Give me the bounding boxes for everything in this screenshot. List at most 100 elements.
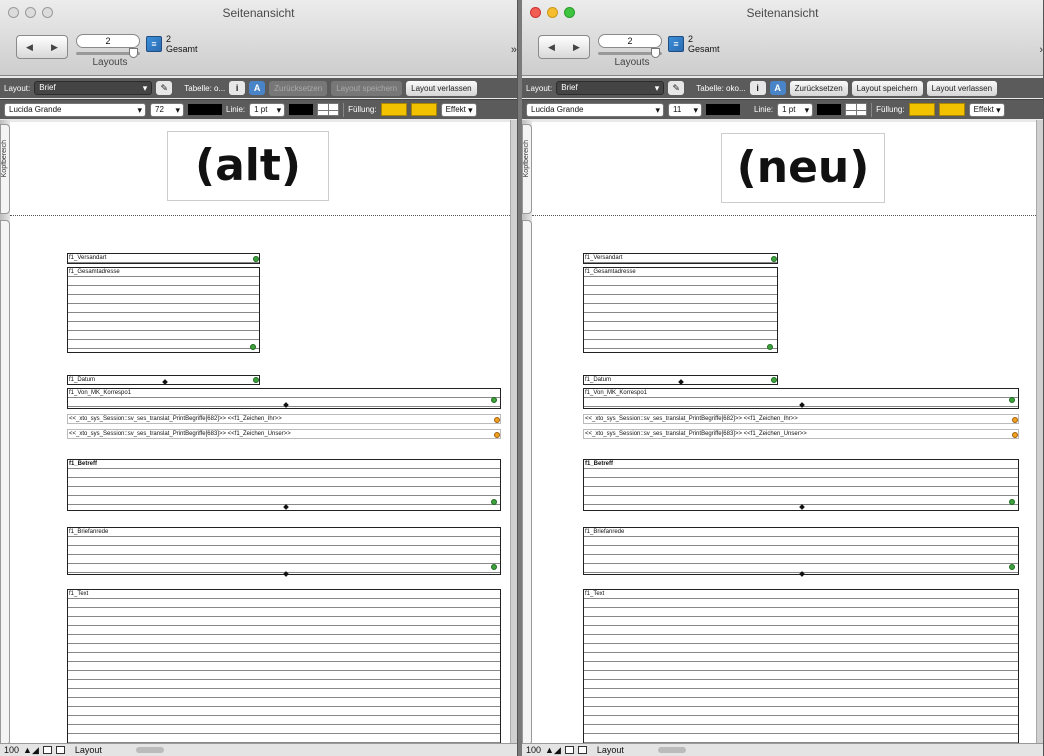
- next-arrow-icon[interactable]: ▶: [573, 42, 580, 53]
- toolbar-overflow-icon[interactable]: »: [511, 44, 517, 56]
- zoom-mountains-icon[interactable]: ▲◢: [545, 745, 561, 756]
- layout-canvas: (neu) f1_Versandart f1_Gesamtadresse f1_…: [532, 122, 1036, 743]
- format-aa-icon[interactable]: A: [769, 81, 786, 95]
- field-versandart[interactable]: f1_Versandart: [67, 253, 260, 264]
- status-parts-icon[interactable]: [55, 746, 65, 754]
- field-briefanrede[interactable]: f1_Briefanrede: [583, 527, 1019, 575]
- layout-select[interactable]: Brief: [34, 81, 153, 95]
- line-color-swatch[interactable]: [817, 104, 842, 115]
- status-toolbar-icon[interactable]: [564, 746, 574, 754]
- next-arrow-icon[interactable]: ▶: [51, 42, 58, 53]
- reset-button[interactable]: Zurücksetzen: [789, 80, 848, 96]
- mode-label: Layout: [596, 745, 624, 755]
- font-size-select[interactable]: 72: [150, 102, 184, 117]
- field-text[interactable]: f1_Text: [67, 589, 501, 743]
- header-text-object[interactable]: (neu): [721, 133, 885, 203]
- field-label: f1_Versandart: [585, 255, 623, 261]
- font-select[interactable]: Lucida Grande: [526, 102, 664, 117]
- window-title: Seitenansicht: [222, 6, 295, 20]
- field-gesamtadresse[interactable]: f1_Gesamtadresse: [67, 267, 260, 353]
- zoom-mountains-icon[interactable]: ▲◢: [23, 745, 39, 756]
- total-count-value: 2: [688, 34, 694, 44]
- field-text[interactable]: f1_Text: [583, 589, 1019, 743]
- prev-arrow-icon[interactable]: ◀: [548, 42, 555, 53]
- reset-button[interactable]: Zurücksetzen: [269, 80, 328, 96]
- total-count-label: Gesamt: [688, 44, 720, 54]
- horizontal-scroll-thumb[interactable]: [135, 747, 164, 753]
- field-zeichen-ihr[interactable]: <<_xto_sys_Session::sv_ses_translat_Prin…: [583, 414, 1019, 424]
- fill-color-swatch[interactable]: [938, 103, 965, 116]
- scrollbar[interactable]: [510, 120, 517, 743]
- border-grid-icon[interactable]: [845, 103, 868, 116]
- separator: [871, 102, 873, 117]
- field-status-icon: [494, 432, 500, 438]
- window-title: Seitenansicht: [746, 6, 819, 20]
- field-label: f1_Datum: [69, 377, 96, 383]
- scrollbar[interactable]: [1036, 120, 1043, 743]
- info-icon[interactable]: i: [749, 81, 766, 95]
- status-parts-icon[interactable]: [577, 746, 587, 754]
- field-label: <<_xto_sys_Session::sv_ses_translat_Prin…: [585, 416, 798, 422]
- text-color-swatch[interactable]: [706, 104, 740, 115]
- zoom-level[interactable]: 100: [526, 745, 541, 755]
- field-zeichen-unser[interactable]: <<_xto_sys_Session::sv_ses_translat_Prin…: [67, 429, 501, 439]
- effect-select[interactable]: Effekt: [968, 102, 1005, 117]
- status-toolbar-icon[interactable]: [42, 746, 52, 754]
- fill-pattern-swatch[interactable]: [908, 103, 935, 116]
- layout-window-new: Seitenansicht ◀ ▶ 2 Layouts ≡ 2 Gesamt › L…: [522, 0, 1044, 756]
- page-number-field[interactable]: 2: [598, 34, 662, 48]
- layouts-book-icon: ≡: [668, 36, 684, 52]
- field-status-icon: [1009, 564, 1015, 570]
- field-zeichen-ihr[interactable]: <<_xto_sys_Session::sv_ses_translat_Prin…: [67, 414, 501, 424]
- line-color-swatch[interactable]: [289, 104, 314, 115]
- prev-arrow-icon[interactable]: ◀: [26, 42, 33, 53]
- field-status-icon: [1009, 499, 1015, 505]
- header-part-label: Kopfbereich: [1, 140, 8, 178]
- font-select[interactable]: Lucida Grande: [4, 102, 146, 117]
- fill-color-swatch[interactable]: [410, 103, 437, 116]
- header-boundary: [10, 215, 510, 216]
- line-width-select[interactable]: 1 pt: [249, 102, 286, 117]
- layout-select[interactable]: Brief: [556, 81, 665, 95]
- body-part-tab[interactable]: [522, 220, 532, 745]
- layout-nav-control[interactable]: ◀ ▶: [16, 35, 68, 59]
- layout-slider[interactable]: [76, 48, 140, 58]
- save-layout-button[interactable]: Layout speichern: [331, 80, 403, 96]
- edit-pencil-icon[interactable]: ✎: [156, 81, 173, 95]
- layout-bar: Layout: Brief ✎ Tabelle: oko... i A Zurü…: [522, 78, 1043, 98]
- zoom-level[interactable]: 100: [4, 745, 19, 755]
- field-versandart[interactable]: f1_Versandart: [583, 253, 778, 264]
- save-layout-button[interactable]: Layout speichern: [851, 80, 923, 96]
- exit-layout-button[interactable]: Layout verlassen: [406, 80, 477, 96]
- field-label: f1_Von_MK_Korrespo1: [69, 390, 132, 396]
- header-text-object[interactable]: (alt): [167, 131, 329, 201]
- line-width-select[interactable]: 1 pt: [777, 102, 814, 117]
- body-part-tab[interactable]: [0, 220, 10, 745]
- field-briefanrede[interactable]: f1_Briefanrede: [67, 527, 501, 575]
- field-betreff[interactable]: f1_Betreff: [67, 459, 501, 511]
- text-color-swatch[interactable]: [188, 104, 222, 115]
- fill-pattern-swatch[interactable]: [380, 103, 407, 116]
- layouts-book-icon: ≡: [146, 36, 162, 52]
- format-aa-icon[interactable]: A: [249, 81, 266, 95]
- toolbar-overflow-icon[interactable]: ›: [1039, 44, 1043, 56]
- page-number-field[interactable]: 2: [76, 34, 140, 48]
- field-label: f1_Betreff: [585, 461, 614, 467]
- layout-window-old: Seitenansicht ◀ ▶ 2 Layouts ≡ 2 Gesamt » L…: [0, 0, 518, 756]
- exit-layout-button[interactable]: Layout verlassen: [926, 80, 998, 96]
- info-icon[interactable]: i: [229, 81, 246, 95]
- border-grid-icon[interactable]: [317, 103, 340, 116]
- window-toolbar: Seitenansicht ◀ ▶ 2 Layouts ≡ 2 Gesamt ›: [522, 0, 1043, 76]
- field-status-icon: [771, 377, 777, 383]
- total-count-label: Gesamt: [166, 44, 198, 54]
- table-label: Tabelle: oko...: [696, 83, 746, 93]
- format-bar: Lucida Grande 72 Linie: 1 pt Füllung: Ef…: [0, 99, 517, 119]
- horizontal-scroll-thumb[interactable]: [657, 747, 686, 753]
- field-zeichen-unser[interactable]: <<_xto_sys_Session::sv_ses_translat_Prin…: [583, 429, 1019, 439]
- layout-nav-control[interactable]: ◀ ▶: [538, 35, 590, 59]
- layout-slider[interactable]: [598, 48, 662, 58]
- font-size-select[interactable]: 11: [668, 102, 702, 117]
- edit-pencil-icon[interactable]: ✎: [668, 81, 685, 95]
- effect-select[interactable]: Effekt: [440, 102, 477, 117]
- field-gesamtadresse[interactable]: f1_Gesamtadresse: [583, 267, 778, 353]
